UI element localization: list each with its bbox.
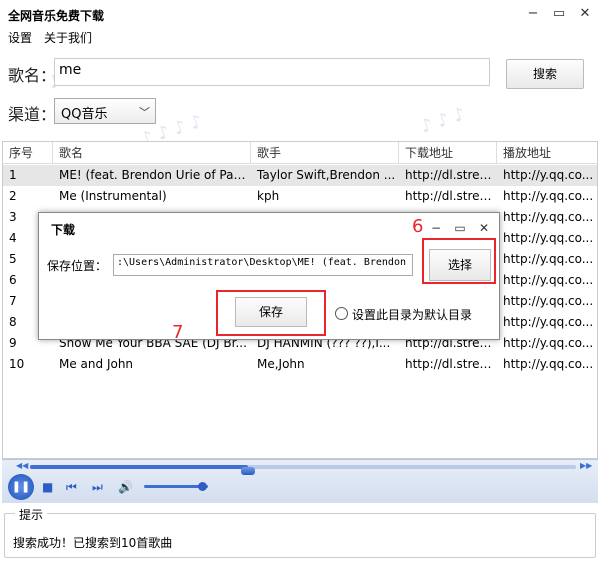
cell-download-url: http://dl.strea... [405, 189, 497, 203]
save-location-label: 保存位置： [47, 259, 108, 273]
cell-song: ME! (feat. Brendon Urie of Pan... [59, 168, 251, 182]
cell-play-url: http://y.qq.co... [503, 336, 594, 350]
table-row[interactable]: 2 Me (Instrumental) kph http://dl.strea... h… [3, 186, 597, 207]
column-header-index[interactable]: 序号 [3, 142, 53, 164]
menu-bar: 设置 关于我们 [0, 28, 600, 46]
cell-song: Me and John [59, 357, 134, 371]
cell-index: 10 [9, 357, 25, 371]
dialog-close-icon[interactable]: ✕ [475, 219, 493, 237]
cell-index: 1 [9, 168, 17, 182]
cell-download-url: http://dl.strea... [405, 357, 497, 371]
table-row[interactable]: 1 ME! (feat. Brendon Urie of Pan... Taylor… [3, 165, 597, 186]
dialog-minimize-icon[interactable]: − [427, 219, 445, 237]
channel-label: 渠道： [8, 105, 57, 124]
status-legend: 提示 [15, 506, 48, 523]
media-player: ◀◀ ▶▶ ❚❚ ■ ⏮ ⏭ 🔊 [2, 459, 598, 503]
cell-play-url: http://y.qq.co... [503, 231, 594, 245]
volume-icon[interactable]: 🔊 [118, 480, 133, 494]
cell-artist: Taylor Swift,Brendon ... [257, 168, 396, 182]
column-header-download-url[interactable]: 下载地址 [399, 142, 497, 164]
song-name-label: 歌名： [8, 66, 57, 85]
callout-number-7: 7 [172, 322, 184, 343]
search-button[interactable]: 搜索 [506, 59, 584, 89]
watermark-icon: ♪ ♪ ♪ [417, 103, 469, 138]
chevron-down-icon: ﹀ [139, 106, 150, 119]
cell-artist: Me,John [257, 357, 305, 371]
table-row[interactable]: 10 Me and John Me,John http://dl.strea... ht… [3, 354, 597, 375]
status-message: 搜索成功！已搜索到10首歌曲 [13, 536, 173, 550]
column-header-artist[interactable]: 歌手 [251, 142, 399, 164]
menu-item-about[interactable]: 关于我们 [44, 29, 92, 46]
cell-index: 2 [9, 189, 17, 203]
cell-play-url: http://y.qq.co... [503, 168, 594, 182]
app-title: 全网音乐免费下载 [8, 9, 105, 23]
table-header: 序号 歌名 歌手 下载地址 播放地址 [3, 142, 597, 164]
progress-thumb[interactable] [241, 467, 255, 475]
save-path-input[interactable]: :\Users\Administrator\Desktop\ME! (feat.… [113, 254, 413, 276]
volume-thumb[interactable] [198, 482, 207, 491]
menu-item-settings[interactable]: 设置 [8, 29, 32, 46]
column-header-song[interactable]: 歌名 [53, 142, 251, 164]
cell-play-url: http://y.qq.co... [503, 294, 594, 308]
cell-play-url: http://y.qq.co... [503, 189, 594, 203]
cell-play-url: http://y.qq.co... [503, 273, 594, 287]
callout-save-highlight [216, 290, 326, 336]
volume-slider[interactable] [144, 482, 208, 491]
next-track-icon[interactable]: ⏭ [92, 480, 103, 495]
channel-selected-value: QQ音乐 [61, 107, 108, 122]
progress-slider[interactable] [30, 465, 576, 475]
default-directory-label[interactable]: 设置此目录为默认目录 [352, 306, 472, 323]
close-icon[interactable]: ✕ [574, 4, 596, 24]
cell-play-url: http://y.qq.co... [503, 210, 594, 224]
cell-play-url: http://y.qq.co... [503, 315, 594, 329]
callout-choose-highlight [422, 238, 496, 284]
cell-song: Me (Instrumental) [59, 189, 167, 203]
cell-play-url: http://y.qq.co... [503, 252, 594, 266]
status-group: 提示 搜索成功！已搜索到10首歌曲 [4, 506, 596, 558]
previous-track-icon[interactable]: ⏮ [66, 480, 77, 495]
column-header-play-url[interactable]: 播放地址 [497, 142, 597, 164]
default-directory-radio[interactable] [335, 307, 348, 320]
progress-fill [30, 465, 248, 469]
channel-select[interactable]: QQ音乐 ﹀ [54, 98, 156, 124]
callout-number-6: 6 [412, 216, 424, 237]
cell-artist: kph [257, 189, 280, 203]
cell-download-url: http://dl.strea... [405, 168, 497, 182]
forward-small-icon[interactable]: ▶▶ [580, 461, 592, 470]
rewind-small-icon[interactable]: ◀◀ [16, 461, 28, 470]
minimize-icon[interactable]: − [522, 4, 544, 24]
cell-play-url: http://y.qq.co... [503, 357, 594, 371]
pause-icon[interactable]: ❚❚ [8, 474, 34, 500]
song-name-input[interactable]: me [54, 58, 490, 86]
stop-icon[interactable]: ■ [42, 480, 53, 494]
maximize-icon[interactable]: ▭ [548, 4, 570, 24]
title-bar: 全网音乐免费下载 − ▭ ✕ [0, 0, 600, 28]
dialog-title: 下载 [51, 223, 76, 237]
dialog-maximize-icon[interactable]: ▭ [451, 219, 469, 237]
